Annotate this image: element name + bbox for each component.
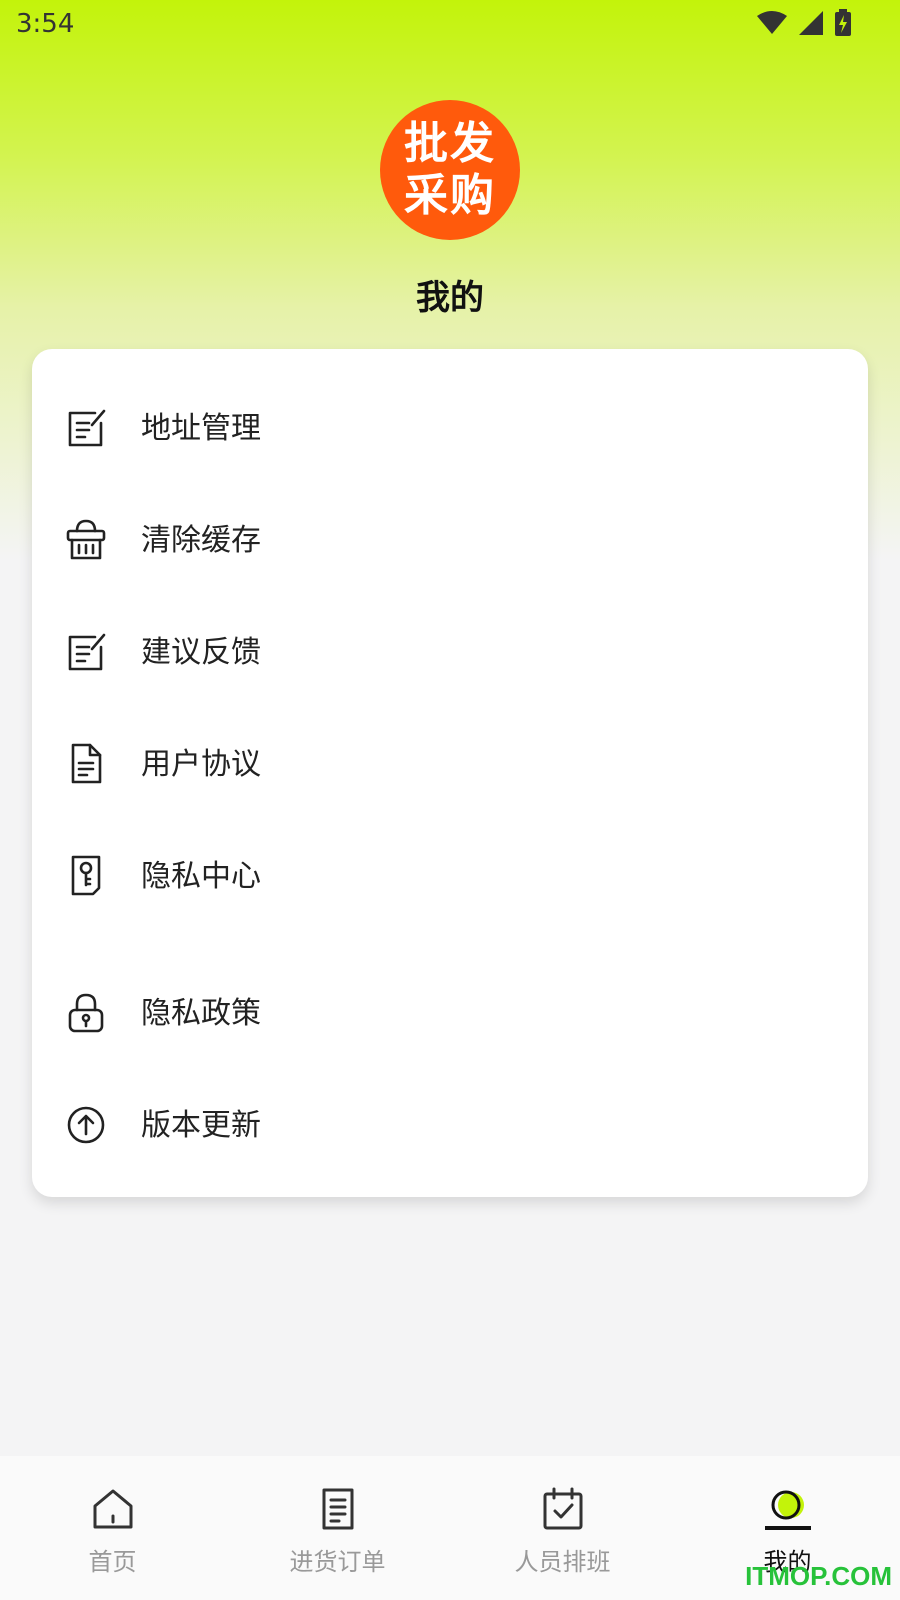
logo-text-line1: 批发: [404, 118, 496, 169]
menu-item-feedback[interactable]: 建议反馈: [32, 599, 868, 699]
menu-item-address[interactable]: 地址管理: [32, 375, 868, 475]
menu-item-label: 建议反馈: [141, 635, 261, 670]
page-title: 我的: [416, 278, 484, 318]
document-icon: [71, 743, 102, 784]
nav-label: 进货订单: [289, 1548, 386, 1576]
nav-item-home[interactable]: 首页: [0, 1456, 225, 1600]
menu-item-label: 用户协议: [141, 747, 261, 782]
menu-card: 地址管理 清除缓存 建议反馈 用户协议 隐私中心 隐私政策 版本更新: [32, 349, 868, 1197]
key-document-icon: [71, 855, 101, 896]
calendar-check-icon: [543, 1487, 583, 1530]
nav-label: 人员排班: [514, 1548, 611, 1576]
menu-item-label: 隐私政策: [141, 996, 261, 1031]
nav-label: 首页: [88, 1548, 137, 1576]
basket-icon: [66, 519, 106, 560]
list-icon: [322, 1488, 354, 1530]
menu-item-label: 地址管理: [141, 411, 261, 446]
menu-item-user-agreement[interactable]: 用户协议: [32, 711, 868, 811]
menu-item-label: 清除缓存: [141, 523, 261, 558]
menu-item-label: 隐私中心: [141, 859, 261, 894]
battery-icon: [835, 9, 851, 36]
lock-icon: [68, 993, 104, 1033]
menu-item-version-update[interactable]: 版本更新: [32, 1072, 868, 1172]
menu-item-privacy-policy[interactable]: 隐私政策: [32, 960, 868, 1060]
arrow-up-circle-icon: [67, 1106, 105, 1144]
edit-note-icon: [68, 633, 106, 671]
signal-icon: [799, 11, 823, 35]
logo-text-line2: 采购: [404, 170, 496, 221]
nav-item-schedule[interactable]: 人员排班: [450, 1456, 675, 1600]
status-bar: 3:54: [0, 0, 900, 50]
status-time: 3:54: [16, 9, 75, 39]
watermark: ITMOP.COM: [745, 1561, 892, 1591]
status-icons: [756, 9, 852, 37]
edit-note-icon: [68, 409, 106, 447]
menu-item-clear-cache[interactable]: 清除缓存: [32, 487, 868, 587]
home-icon: [93, 1489, 133, 1529]
profile-icon: [765, 1490, 811, 1530]
menu-item-label: 版本更新: [141, 1108, 261, 1143]
wifi-icon: [757, 11, 787, 34]
app-logo: 批发 采购: [380, 100, 520, 240]
menu-item-privacy-center[interactable]: 隐私中心: [32, 823, 868, 923]
nav-item-orders[interactable]: 进货订单: [225, 1456, 450, 1600]
